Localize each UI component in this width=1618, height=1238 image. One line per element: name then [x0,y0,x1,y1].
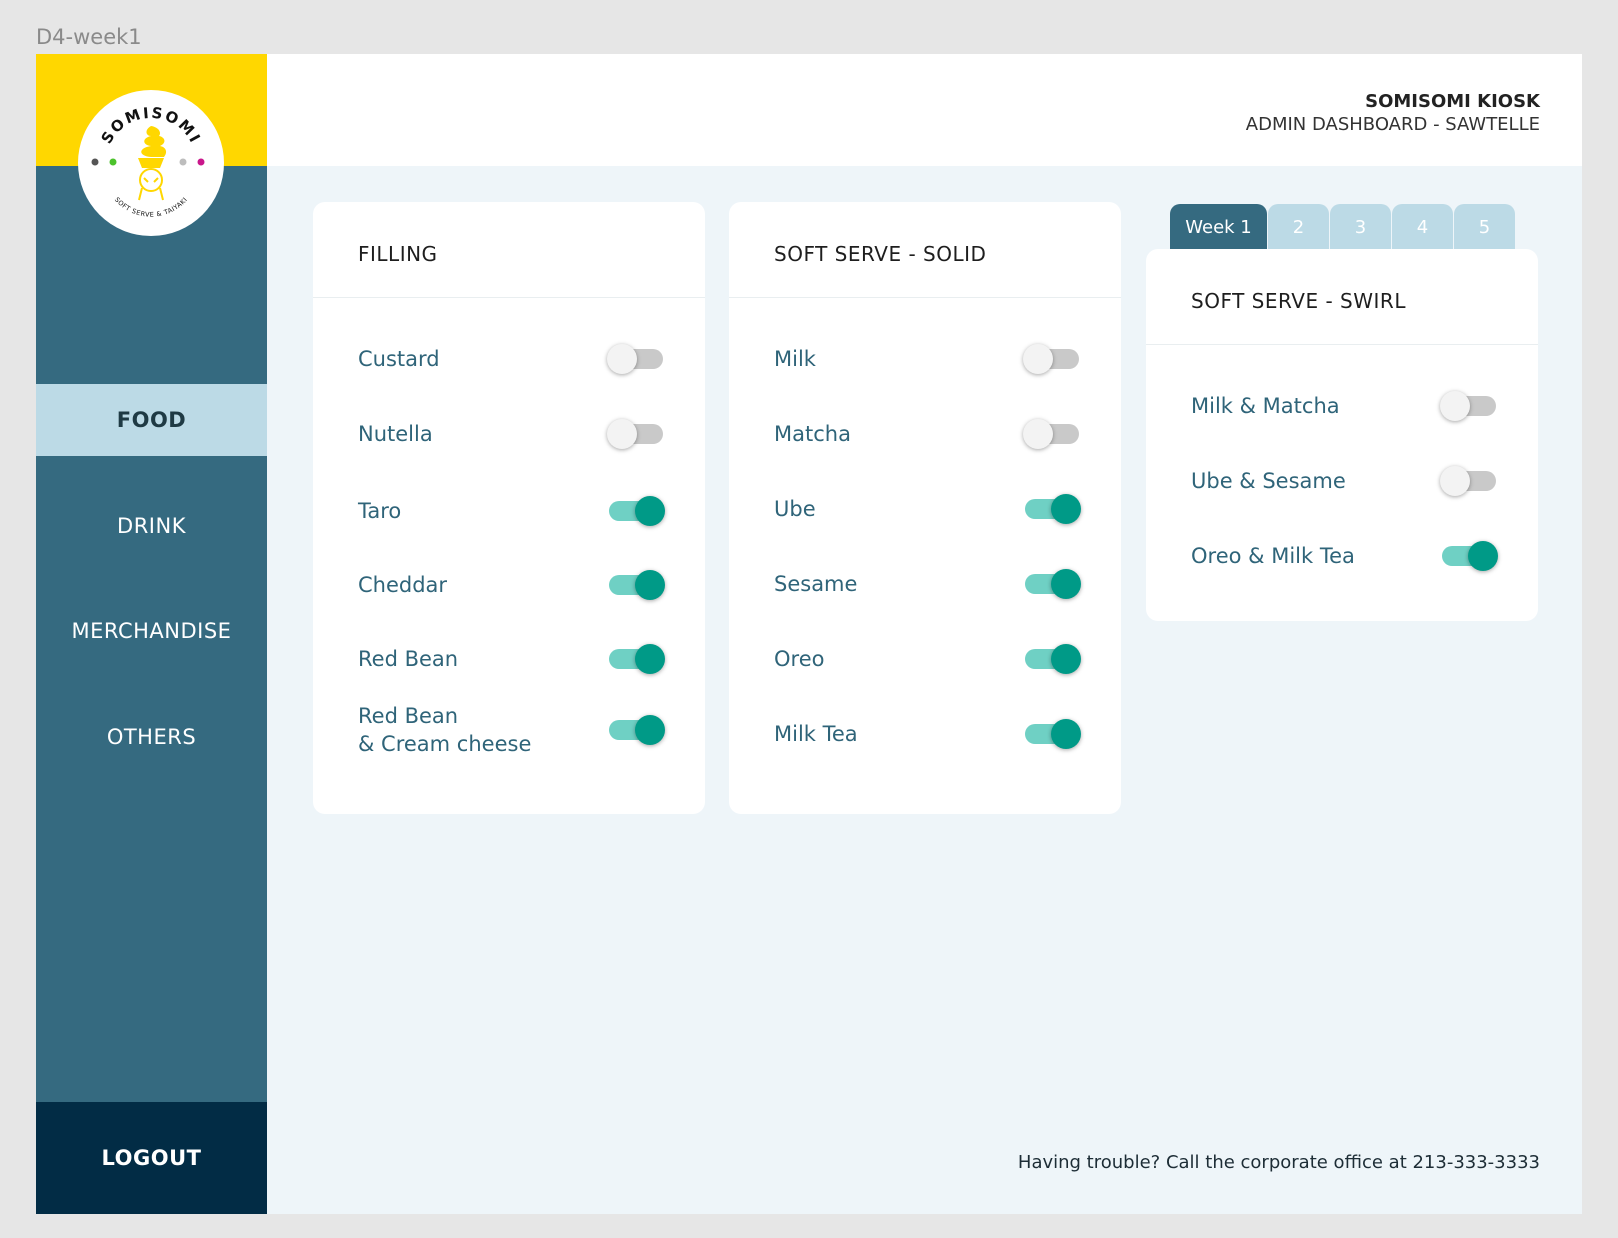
tab-week-3[interactable]: 3 [1330,204,1391,250]
item-label: Cheddar [358,573,448,597]
toggle-switch[interactable] [1440,464,1498,498]
list-item: Cheddar [358,568,665,602]
item-label-line: & Cream cheese [358,732,532,756]
list-item: Milk [774,342,1081,376]
item-label: Milk Tea [774,722,858,746]
item-label: Custard [358,347,440,371]
list-item: Red Bean & Cream cheese [358,702,665,758]
svg-text:SOFT SERVE & TAIYAKI: SOFT SERVE & TAIYAKI [113,196,189,219]
card-soft-serve-swirl: SOFT SERVE - SWIRL Milk & Matcha Ube & S… [1146,249,1538,621]
list-item: Red Bean [358,642,665,676]
list-item: Sesame [774,567,1081,601]
toggle-switch[interactable] [1023,492,1081,526]
toggle-switch[interactable] [1023,567,1081,601]
nav-merchandise[interactable]: MERCHANDISE [36,595,267,667]
frame-label: D4-week1 [36,25,142,49]
card-soft-serve-solid: SOFT SERVE - SOLID Milk Matcha Ube Sesam… [729,202,1121,814]
sidebar: SOMISOMI SOFT SERVE & TAIYAKI FOOD DRINK… [36,54,267,1214]
divider [729,297,1121,298]
item-label: Sesame [774,572,858,596]
item-label: Oreo [774,647,825,671]
list-item: Milk & Matcha [1191,389,1498,423]
item-label: Ube [774,497,816,521]
toggle-switch[interactable] [1023,717,1081,751]
toggle-switch[interactable] [607,713,665,747]
list-item: Oreo [774,642,1081,676]
toggle-switch[interactable] [607,642,665,676]
nav-food[interactable]: FOOD [36,384,267,456]
toggle-switch[interactable] [1440,539,1498,573]
item-label: Matcha [774,422,851,446]
list-item: Oreo & Milk Tea [1191,539,1498,573]
toggle-switch[interactable] [607,342,665,376]
item-label: Red Bean & Cream cheese [358,702,531,758]
card-title: SOFT SERVE - SWIRL [1191,289,1406,313]
logo-tagline: SOFT SERVE & TAIYAKI [113,196,189,219]
kiosk-title: SOMISOMI KIOSK [1365,91,1540,112]
dashboard-subtitle: ADMIN DASHBOARD - SAWTELLE [1245,114,1540,135]
list-item: Matcha [774,417,1081,451]
item-label: Nutella [358,422,433,446]
tab-week-5[interactable]: 5 [1454,204,1515,250]
item-label: Milk & Matcha [1191,394,1340,418]
toggle-switch[interactable] [1023,642,1081,676]
divider [1146,344,1538,345]
list-item: Ube & Sesame [1191,464,1498,498]
list-item: Taro [358,494,665,528]
toggle-switch[interactable] [607,568,665,602]
logout-button[interactable]: LOGOUT [36,1102,267,1214]
top-bar: SOMISOMI KIOSK ADMIN DASHBOARD - SAWTELL… [267,54,1582,166]
card-filling: FILLING Custard Nutella Taro Cheddar Red… [313,202,705,814]
item-label: Red Bean [358,647,459,671]
toggle-switch[interactable] [1440,389,1498,423]
nav-others[interactable]: OTHERS [36,701,267,773]
toggle-switch[interactable] [607,417,665,451]
week-tabs: Week 1 2 3 4 5 [1170,204,1516,250]
list-item: Ube [774,492,1081,526]
item-label: Taro [358,499,402,523]
list-item: Custard [358,342,665,376]
toggle-switch[interactable] [1023,417,1081,451]
list-item: Milk Tea [774,717,1081,751]
list-item: Nutella [358,417,665,451]
card-title: SOFT SERVE - SOLID [774,242,987,266]
support-note: Having trouble? Call the corporate offic… [1017,1152,1540,1173]
tab-week-4[interactable]: 4 [1392,204,1453,250]
tab-week-2[interactable]: 2 [1268,204,1329,250]
soft-serve-icon [138,126,167,201]
toggle-switch[interactable] [1023,342,1081,376]
main-area: SOMISOMI KIOSK ADMIN DASHBOARD - SAWTELL… [267,54,1582,1214]
toggle-switch[interactable] [607,494,665,528]
item-label-line: Red Bean [358,704,459,728]
item-label: Milk [774,347,816,371]
nav-drink[interactable]: DRINK [36,490,267,562]
tab-week-1[interactable]: Week 1 [1170,204,1267,250]
item-label: Ube & Sesame [1191,469,1346,493]
item-label: Oreo & Milk Tea [1191,544,1355,568]
somisomi-logo: SOMISOMI SOFT SERVE & TAIYAKI [78,90,224,236]
divider [313,297,705,298]
card-title: FILLING [358,242,438,266]
